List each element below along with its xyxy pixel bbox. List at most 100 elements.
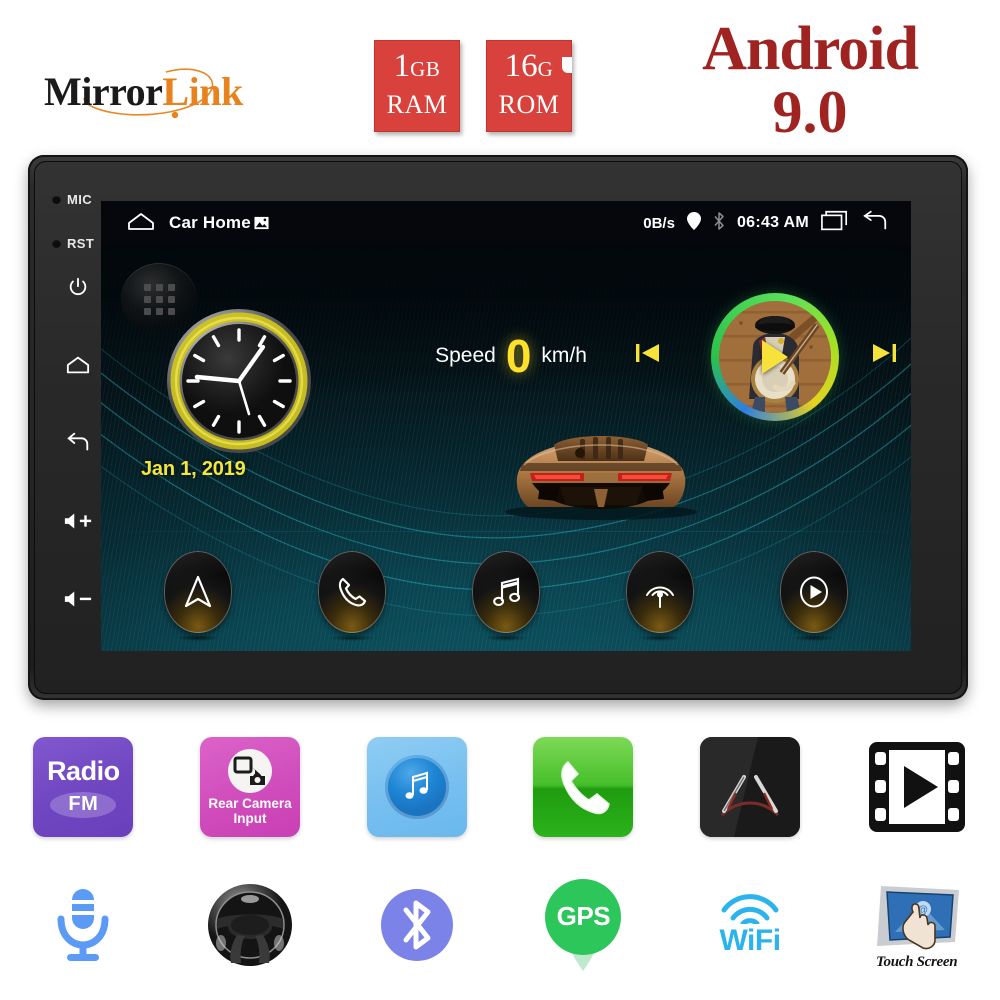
reset-label: RST (67, 235, 95, 251)
dock-bubble[interactable] (164, 551, 232, 633)
dock-bubble[interactable] (318, 551, 386, 633)
microphone-icon (57, 888, 109, 961)
mic-label: MIC (67, 191, 93, 207)
dock-bubble[interactable] (626, 551, 694, 633)
feature-steering-wheel-control (167, 862, 334, 987)
rear-camera-text: Rear Camera Input (208, 796, 291, 826)
mirrorlink-logo: MirrorLink (44, 62, 294, 132)
dock-item-radio[interactable] (618, 551, 702, 646)
status-title-text: Car Home (169, 213, 251, 232)
feature-hands-free-call (500, 722, 667, 852)
speed-widget: Speed 0 km/h (391, 331, 631, 381)
dock-reflection (330, 635, 374, 641)
rom-badge: 16G ROM (486, 40, 572, 132)
next-track-button[interactable] (871, 341, 897, 365)
status-home-icon[interactable] (127, 211, 155, 236)
location-pin-icon (686, 211, 701, 235)
wifi-label: WiFi (719, 923, 781, 957)
feature-bluetooth (333, 862, 500, 987)
feature-video-playback (833, 722, 1000, 852)
album-art[interactable] (711, 293, 839, 421)
clock-widget[interactable] (164, 306, 314, 456)
feature-radio-fm: Radio FM (0, 722, 167, 852)
status-bar-left: Car Home (127, 211, 269, 236)
memory-card-notch (562, 57, 572, 73)
radio-title: Radio (47, 755, 120, 786)
status-bar: Car Home 0B/s 06:43 AM (101, 201, 911, 245)
feature-touch-screen: @ Touch Screen (833, 862, 1000, 987)
rom-label: ROM (498, 90, 560, 119)
speed-value: 0 (505, 330, 532, 382)
dock-reflection (176, 635, 220, 641)
mic-indicator-dot (52, 194, 61, 204)
feature-music-player (333, 722, 500, 852)
parking-guideline-icon (700, 737, 801, 837)
feature-wifi: WiFi (667, 862, 834, 987)
rom-capacity-unit: G (537, 57, 554, 81)
rear-camera-badge: Rear Camera Input (200, 737, 300, 837)
microphone-badge (28, 875, 138, 975)
music-note-icon (405, 771, 428, 799)
rear-camera-icon (228, 748, 272, 793)
music-circle (384, 755, 449, 819)
media-widget (621, 293, 911, 421)
status-clock: 06:43 AM (736, 214, 809, 231)
sports-car-image (476, 411, 726, 521)
radio-antenna-icon (646, 586, 674, 608)
steering-wheel-icon (208, 883, 292, 966)
ram-badge: 1GB RAM (374, 40, 460, 132)
app-dock (156, 551, 856, 646)
car-head-unit: MIC RST Car Home 0B/s 06:43 AM Jan 1, 20… (28, 155, 968, 700)
rear-camera-title: Rear Camera (208, 795, 292, 811)
top-banner: MirrorLink 1GB RAM 16G ROM Android 9.0 (0, 0, 1000, 150)
dock-reflection (792, 635, 836, 641)
music-note-icon (493, 577, 521, 607)
ram-capacity: 1GB (375, 45, 459, 90)
wifi-badge: WiFi (719, 893, 781, 957)
bluetooth-badge (362, 875, 472, 975)
dock-item-video[interactable] (772, 551, 856, 646)
phone-handset-badge (533, 737, 634, 837)
phone-icon (338, 577, 367, 607)
steering-wheel-badge (195, 875, 305, 975)
dock-item-phone[interactable] (310, 551, 394, 646)
mirrorlink-word-link: Link (162, 69, 243, 114)
dock-reflection (484, 635, 528, 641)
speed-unit: km/h (541, 344, 587, 367)
previous-track-button[interactable] (635, 341, 661, 365)
head-unit-bezel: MIC RST Car Home 0B/s 06:43 AM Jan 1, 20… (34, 161, 962, 694)
video-play-icon (800, 576, 828, 608)
analog-clock-icon (167, 309, 311, 453)
touchscreen-display[interactable]: Car Home 0B/s 06:43 AM Jan 1, 2019 Speed… (101, 201, 911, 651)
gps-label: GPS (556, 900, 611, 931)
film-play-icon (868, 742, 965, 832)
dock-bubble[interactable] (780, 551, 848, 633)
music-note-badge (366, 737, 467, 837)
phone-handset-icon (561, 761, 611, 815)
feature-rear-camera: Rear Camera Input (167, 722, 334, 852)
gps-badge: GPS (540, 877, 626, 973)
ram-label: RAM (386, 90, 448, 119)
mirrorlink-word-mirror: Mirror (44, 69, 163, 114)
play-icon[interactable] (762, 340, 788, 374)
next-track-icon (873, 344, 896, 362)
recents-icon[interactable] (821, 210, 849, 236)
status-bar-right: 0B/s 06:43 AM (643, 210, 889, 237)
dock-item-music[interactable] (464, 551, 548, 646)
dock-bubble[interactable] (472, 551, 540, 633)
dock-item-navigation[interactable] (156, 551, 240, 646)
radio-fm-pill: FM (50, 791, 117, 818)
back-arrow-icon[interactable] (861, 210, 889, 237)
android-number: 9.0 (772, 79, 848, 145)
touch-screen-label: Touch Screen (876, 953, 958, 970)
date-label: Jan 1, 2019 (141, 458, 246, 480)
camera-transfer-icon (233, 756, 265, 785)
reset-indicator-dot[interactable] (52, 238, 61, 248)
film-play-badge (867, 737, 967, 837)
status-title: Car Home (169, 213, 269, 233)
parking-guideline-camera-badge (700, 737, 801, 837)
android-name: Android (702, 15, 919, 83)
mirrorlink-wordmark: MirrorLink (44, 68, 294, 115)
image-icon (254, 216, 269, 230)
speed-label: Speed (435, 344, 496, 367)
